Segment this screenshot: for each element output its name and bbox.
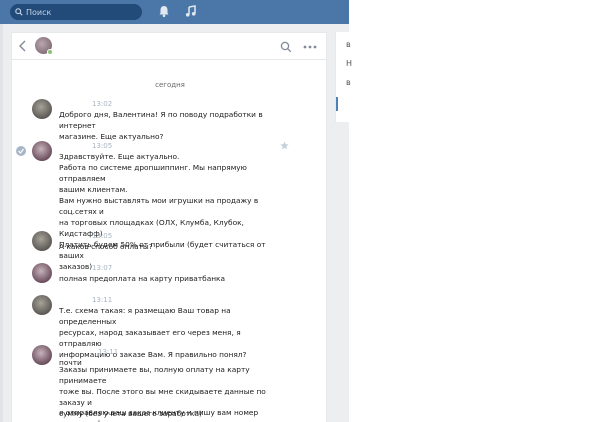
bell-icon[interactable] <box>157 4 171 18</box>
right-menu-item[interactable]: в <box>346 78 351 87</box>
message-text: Здравствуйте. Еще актуально. Работа по с… <box>59 152 266 271</box>
message-text: Т.е. схема такая: я размещаю Ваш товар н… <box>59 306 247 359</box>
message-time: 13:05 <box>92 142 113 150</box>
right-menu-selected-marker <box>336 97 338 111</box>
message-text: я отправляю ваш заказ клиенту и пишу вам… <box>59 408 259 422</box>
back-arrow-icon[interactable] <box>18 40 28 52</box>
search-icon <box>15 8 23 16</box>
message-time: 13:11 <box>98 348 119 356</box>
top-navigation-bar <box>0 0 349 24</box>
search-input[interactable] <box>26 7 136 17</box>
sender-avatar[interactable] <box>32 345 52 365</box>
online-status-icon <box>47 49 53 55</box>
contact-avatar[interactable] <box>35 37 53 55</box>
sender-avatar[interactable] <box>32 141 52 161</box>
right-menu-item[interactable]: в <box>346 40 351 49</box>
right-menu-item[interactable]: Н <box>346 59 352 68</box>
message-time: 13:02 <box>92 100 113 108</box>
chat-header <box>12 33 326 60</box>
sender-avatar[interactable] <box>32 263 52 283</box>
message-time: 13:05 <box>92 232 113 240</box>
sender-avatar[interactable] <box>32 295 52 315</box>
star-icon[interactable] <box>280 141 289 150</box>
checkmark-icon[interactable] <box>16 146 26 156</box>
right-menu-panel: в Н в <box>335 32 352 122</box>
sender-avatar[interactable] <box>32 231 52 251</box>
music-icon[interactable] <box>184 4 198 18</box>
message-time: 13:11 <box>92 296 113 304</box>
message-time: 13:07 <box>92 264 113 272</box>
message-text: Доброго дня, Валентина! Я по поводу подр… <box>59 110 263 141</box>
sender-avatar[interactable] <box>32 99 52 119</box>
message-text: А каков способ оплаты? <box>59 242 153 251</box>
chat-panel: сегодня 13:02 Доброго дня, Валентина! Я … <box>11 32 327 422</box>
left-sidebar-edge <box>0 24 3 422</box>
search-box[interactable] <box>10 4 142 20</box>
message-text: полная предоплата на карту приватбанка <box>59 274 226 283</box>
date-separator: сегодня <box>155 81 185 89</box>
search-icon[interactable] <box>280 41 292 53</box>
more-options-icon[interactable] <box>302 41 318 53</box>
